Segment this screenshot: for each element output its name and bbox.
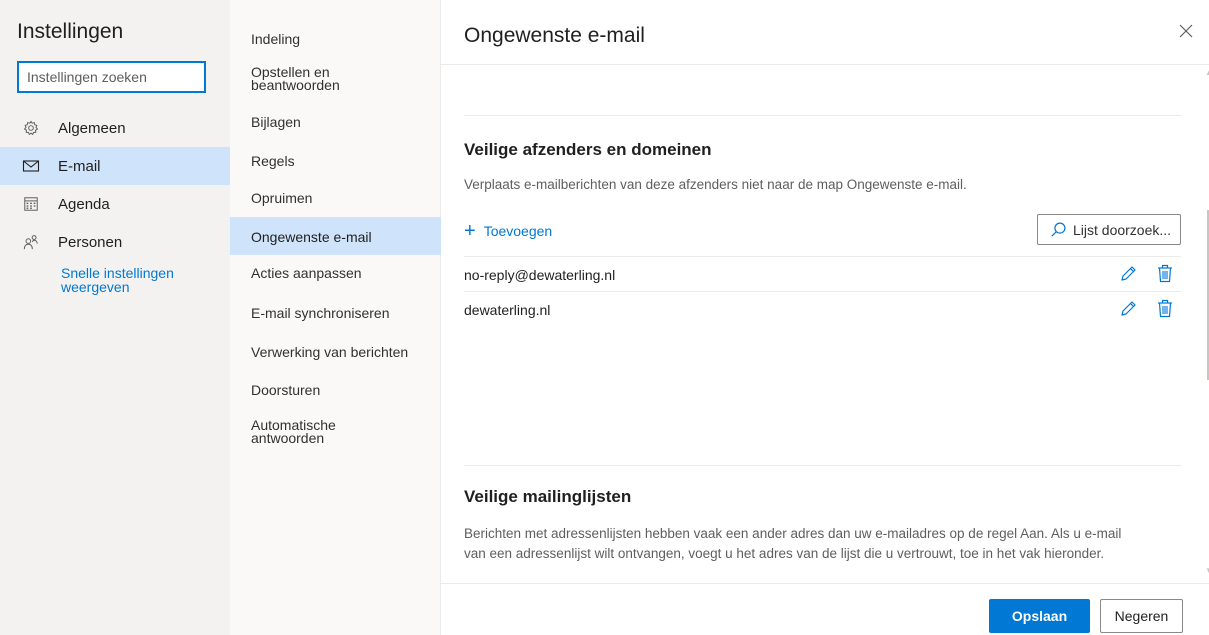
people-icon: [23, 235, 38, 250]
category-general[interactable]: Algemeen: [0, 109, 230, 147]
menu-item-attachments[interactable]: Bijlagen: [230, 104, 441, 142]
settings-title: Instellingen: [17, 20, 124, 43]
search-placeholder: Lijst doorzoek...: [1073, 221, 1172, 238]
close-icon[interactable]: [1175, 20, 1197, 42]
category-label: Agenda: [58, 196, 110, 213]
settings-search-input[interactable]: [19, 63, 204, 91]
mail-settings-menu: Indeling Opstellen en beantwoorden Bijla…: [230, 0, 441, 635]
safe-sender-row: dewaterling.nl: [464, 293, 1181, 328]
menu-item-customize-actions[interactable]: Acties aanpassen: [230, 255, 441, 293]
header-divider: [441, 64, 1209, 65]
search-icon: [1051, 222, 1066, 237]
menu-item-label: Bijlagen: [251, 114, 301, 130]
menu-item-compose-reply[interactable]: Opstellen en beantwoorden: [230, 58, 441, 104]
menu-item-sweep[interactable]: Opruimen: [230, 180, 441, 217]
category-calendar[interactable]: Agenda: [0, 185, 230, 223]
category-label: Personen: [58, 234, 123, 251]
safe-senders-title: Veilige afzenders en domeinen: [464, 140, 712, 159]
safe-sender-address: dewaterling.nl: [464, 302, 551, 318]
menu-item-sync-email[interactable]: E-mail synchroniseren: [230, 293, 441, 333]
edit-pencil-icon[interactable]: [1119, 265, 1137, 283]
safe-mailing-lists-description-line2: van een adressenlijst wilt ontvangen, vo…: [464, 546, 1105, 561]
menu-item-label: Doorsturen: [251, 382, 321, 398]
menu-item-layout[interactable]: Indeling: [230, 20, 441, 58]
scroll-up-arrow-icon[interactable]: ▲: [1205, 68, 1209, 77]
panel-title: Ongewenste e-mail: [464, 24, 645, 47]
safe-sender-row: no-reply@dewaterling.nl: [464, 258, 1181, 293]
list-divider: [464, 256, 1181, 257]
plus-icon: +: [464, 220, 476, 242]
add-safe-sender-button[interactable]: + Toevoegen: [464, 220, 552, 242]
menu-item-automatic-replies[interactable]: Automatische antwoorden: [230, 409, 441, 455]
menu-item-label: Verwerking van berichten: [251, 344, 409, 360]
safe-sender-address: no-reply@dewaterling.nl: [464, 267, 616, 283]
list-divider: [464, 291, 1181, 292]
scroll-down-arrow-icon[interactable]: ▼: [1205, 566, 1209, 575]
menu-item-label: Regels: [251, 153, 295, 169]
section-divider: [464, 465, 1181, 466]
category-mail[interactable]: E-mail: [0, 147, 230, 185]
menu-item-label: Acties aanpassen: [251, 265, 362, 281]
gear-icon: [24, 120, 38, 135]
delete-trash-icon[interactable]: [1157, 264, 1173, 283]
settings-category-pane: Instellingen Algemeen E-mail Agenda: [0, 0, 230, 635]
discard-button[interactable]: Negeren: [1100, 599, 1183, 633]
category-label: E-mail: [58, 158, 101, 175]
menu-item-forwarding[interactable]: Doorsturen: [230, 371, 441, 409]
category-people[interactable]: Personen: [0, 223, 230, 261]
menu-item-label: Indeling: [251, 31, 301, 47]
quick-settings-link[interactable]: Snelle instellingen weergeven: [61, 266, 211, 294]
menu-item-label: Automatische antwoorden: [251, 417, 336, 446]
save-button[interactable]: Opslaan: [989, 599, 1090, 633]
safe-senders-search[interactable]: Lijst doorzoek...: [1037, 214, 1181, 245]
menu-item-rules[interactable]: Regels: [230, 142, 441, 180]
menu-item-label: Opruimen: [251, 190, 313, 206]
menu-item-message-handling[interactable]: Verwerking van berichten: [230, 333, 441, 371]
footer-divider: [441, 583, 1209, 584]
menu-item-label: Ongewenste e-mail: [251, 229, 372, 245]
category-label: Algemeen: [58, 120, 126, 137]
menu-item-junk-email[interactable]: Ongewenste e-mail: [230, 217, 441, 255]
menu-item-label: Opstellen en beantwoorden: [251, 64, 340, 93]
safe-mailing-lists-title: Veilige mailinglijsten: [464, 487, 632, 506]
section-divider: [464, 115, 1181, 116]
menu-item-label: E-mail synchroniseren: [251, 305, 390, 321]
junk-email-settings-panel: Ongewenste e-mail ▲ ▼ Veilige afzenders …: [441, 0, 1209, 635]
mail-icon: [22, 160, 40, 172]
add-button-label: Toevoegen: [483, 223, 553, 239]
safe-mailing-lists-description-line1: Berichten met adressenlijsten hebben vaa…: [464, 526, 1122, 541]
delete-trash-icon[interactable]: [1157, 299, 1173, 318]
calendar-icon: [24, 197, 38, 211]
safe-senders-description: Verplaats e-mailberichten van deze afzen…: [464, 177, 967, 192]
settings-search-box[interactable]: [17, 61, 206, 93]
edit-pencil-icon[interactable]: [1119, 300, 1137, 318]
